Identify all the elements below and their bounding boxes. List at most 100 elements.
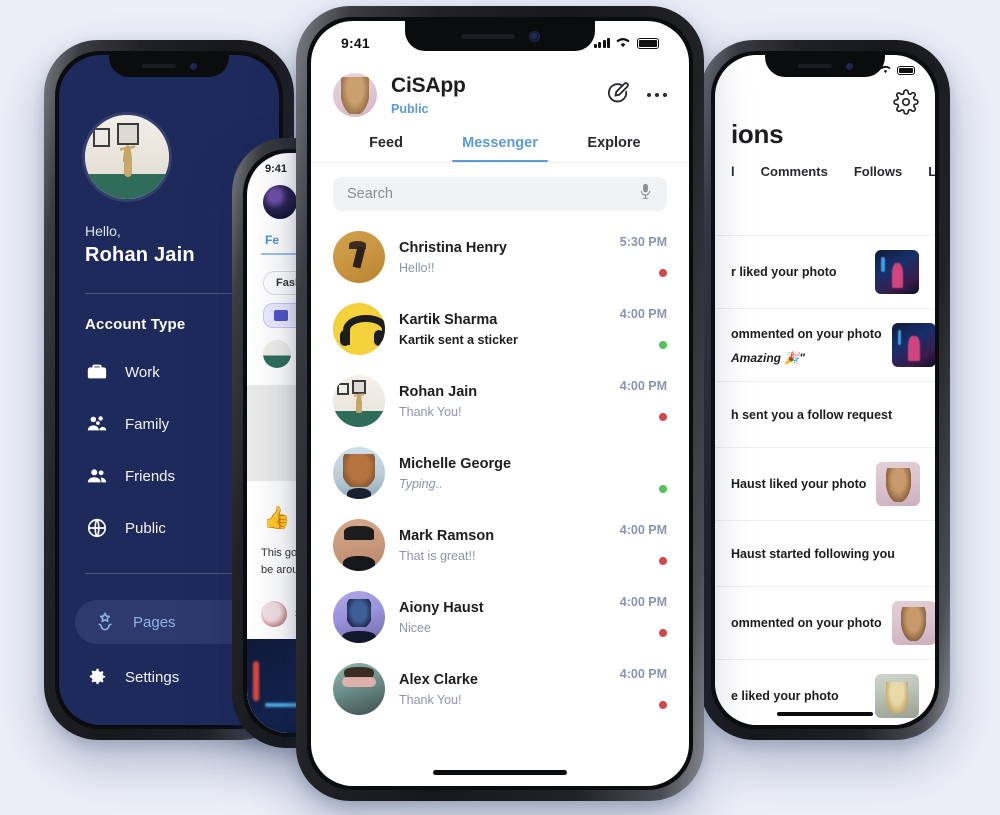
feed-avatar[interactable] — [263, 185, 297, 219]
divider — [85, 293, 253, 294]
status-icons — [593, 35, 659, 51]
front-camera — [528, 30, 540, 42]
conversation-meta: 4:00 PM — [620, 307, 667, 351]
front-camera — [189, 62, 197, 70]
avatar[interactable] — [333, 447, 385, 499]
avatar[interactable] — [333, 519, 385, 571]
notification-body: ommented on your photo Amazing 🎉" — [731, 325, 882, 365]
list-item[interactable]: Mark Ramson That is great!! 4:00 PM — [333, 509, 667, 581]
microphone-icon[interactable] — [638, 183, 653, 205]
status-badge — [659, 269, 667, 277]
tab-feed[interactable]: Feed — [329, 135, 443, 162]
tab-comments[interactable]: Comments — [761, 164, 828, 179]
status-badge — [659, 341, 667, 349]
header-actions — [605, 80, 667, 111]
notifications-content: ions l Comments Follows Li r liked your … — [715, 55, 935, 725]
account-type-heading: Account Type — [85, 316, 186, 333]
notification-row[interactable]: r liked your photo — [715, 189, 935, 237]
avatar[interactable] — [333, 375, 385, 427]
notification-row[interactable]: r liked your photo — [715, 236, 935, 310]
avatar[interactable] — [333, 663, 385, 715]
notification-thumbnail[interactable] — [875, 674, 919, 719]
avatar[interactable] — [333, 73, 377, 117]
notification-thumbnail[interactable] — [891, 601, 935, 646]
thumbs-up-icon[interactable]: 👍 — [263, 505, 290, 531]
more-dots-icon[interactable] — [646, 92, 667, 98]
user-name: Rohan Jain — [85, 244, 195, 266]
page-title: ions — [731, 119, 784, 149]
tab-all[interactable]: l — [731, 164, 735, 179]
notification-text: Haust started following you — [731, 546, 895, 561]
list-item[interactable]: Kartik Sharma Kartik sent a sticker 4:00… — [333, 293, 667, 365]
sidebar-item-work[interactable]: Work — [85, 353, 253, 391]
home-indicator[interactable] — [433, 770, 567, 775]
notification-comment: Amazing 🎉" — [731, 351, 805, 366]
home-indicator[interactable] — [777, 712, 873, 716]
avatar[interactable] — [333, 303, 385, 355]
drawer-avatar[interactable] — [85, 115, 169, 199]
sidebar-item-pages[interactable]: Pages — [75, 600, 251, 644]
account-visibility-label: Public — [391, 101, 429, 116]
tab-explore[interactable]: Explore — [557, 135, 671, 162]
message-time: 4:00 PM — [619, 595, 667, 609]
sidebar-item-settings[interactable]: Settings — [85, 658, 253, 696]
notch — [109, 55, 229, 77]
list-item[interactable]: Rohan Jain Thank You! 4:00 PM — [333, 365, 667, 437]
battery-icon — [637, 37, 659, 49]
divider-secondary — [85, 573, 253, 574]
sidebar-item-family[interactable]: Family — [85, 405, 253, 443]
notification-thumbnail[interactable] — [876, 462, 921, 507]
commenter-avatar — [261, 601, 287, 627]
conversation-info: Christina Henry Hello!! — [399, 240, 606, 275]
message-preview: Typing.. — [399, 476, 443, 491]
contact-name: Kartik Sharma — [399, 311, 498, 328]
wifi-icon — [615, 35, 631, 51]
conversation-info: Rohan Jain Thank You! — [399, 384, 606, 419]
gear-icon — [85, 665, 109, 689]
avatar[interactable] — [333, 231, 385, 283]
app-title-group: CiSApp Public — [391, 74, 591, 115]
conversation-meta — [659, 451, 667, 495]
search-input[interactable]: Search — [333, 177, 667, 211]
compose-pencil-icon[interactable] — [605, 80, 631, 111]
sidebar-item-public[interactable]: Public — [85, 509, 253, 547]
list-item[interactable]: Aiony Haust Nicee 4:00 PM — [333, 581, 667, 653]
page-title: CiSApp — [391, 74, 466, 98]
front-camera — [845, 62, 853, 70]
message-preview: That is great!! — [399, 548, 476, 563]
conversation-meta: 4:00 PM — [620, 667, 667, 711]
message-preview: Kartik sent a sticker — [399, 332, 518, 347]
message-time: 4:00 PM — [619, 667, 667, 681]
notification-text: e liked your photo — [731, 689, 839, 704]
right-phone-device: 9:41 — [700, 40, 950, 740]
notification-thumbnail[interactable] — [875, 250, 919, 295]
tab-messenger[interactable]: Messenger — [443, 135, 557, 162]
list-item[interactable]: Christina Henry Hello!! 5:30 PM — [333, 221, 667, 293]
conversation-meta: 4:00 PM — [620, 379, 667, 423]
conversation-info: Michelle George Typing.. — [399, 456, 645, 491]
notification-thumbnail[interactable] — [891, 323, 935, 368]
image-icon — [274, 310, 288, 321]
notification-row[interactable]: h sent you a follow request — [715, 382, 935, 449]
message-time: 4:00 PM — [619, 523, 667, 537]
notification-row[interactable]: ommented on your photo Amazing 🎉" — [715, 309, 935, 383]
globe-icon — [85, 516, 109, 540]
status-badge — [659, 701, 667, 709]
tab-likes[interactable]: Li — [928, 164, 935, 179]
list-item[interactable]: Michelle George Typing.. — [333, 437, 667, 509]
notification-row[interactable]: ommented on your photo — [715, 587, 935, 661]
search-placeholder: Search — [347, 186, 393, 202]
notifications-tabs: l Comments Follows Li — [715, 150, 935, 189]
avatar[interactable] — [333, 591, 385, 643]
contact-name: Mark Ramson — [399, 527, 495, 544]
list-item[interactable]: Alex Clarke Thank You! 4:00 PM — [333, 653, 667, 725]
notification-text: r liked your photo — [731, 265, 837, 280]
status-badge — [659, 413, 667, 421]
search-container: Search — [311, 163, 689, 217]
gear-icon[interactable] — [893, 89, 919, 115]
notification-row[interactable]: Haust started following you — [715, 521, 935, 588]
tab-follows[interactable]: Follows — [854, 164, 902, 179]
notification-row[interactable]: Haust liked your photo — [715, 448, 935, 522]
notch — [765, 55, 885, 77]
sidebar-item-friends[interactable]: Friends — [85, 457, 253, 495]
